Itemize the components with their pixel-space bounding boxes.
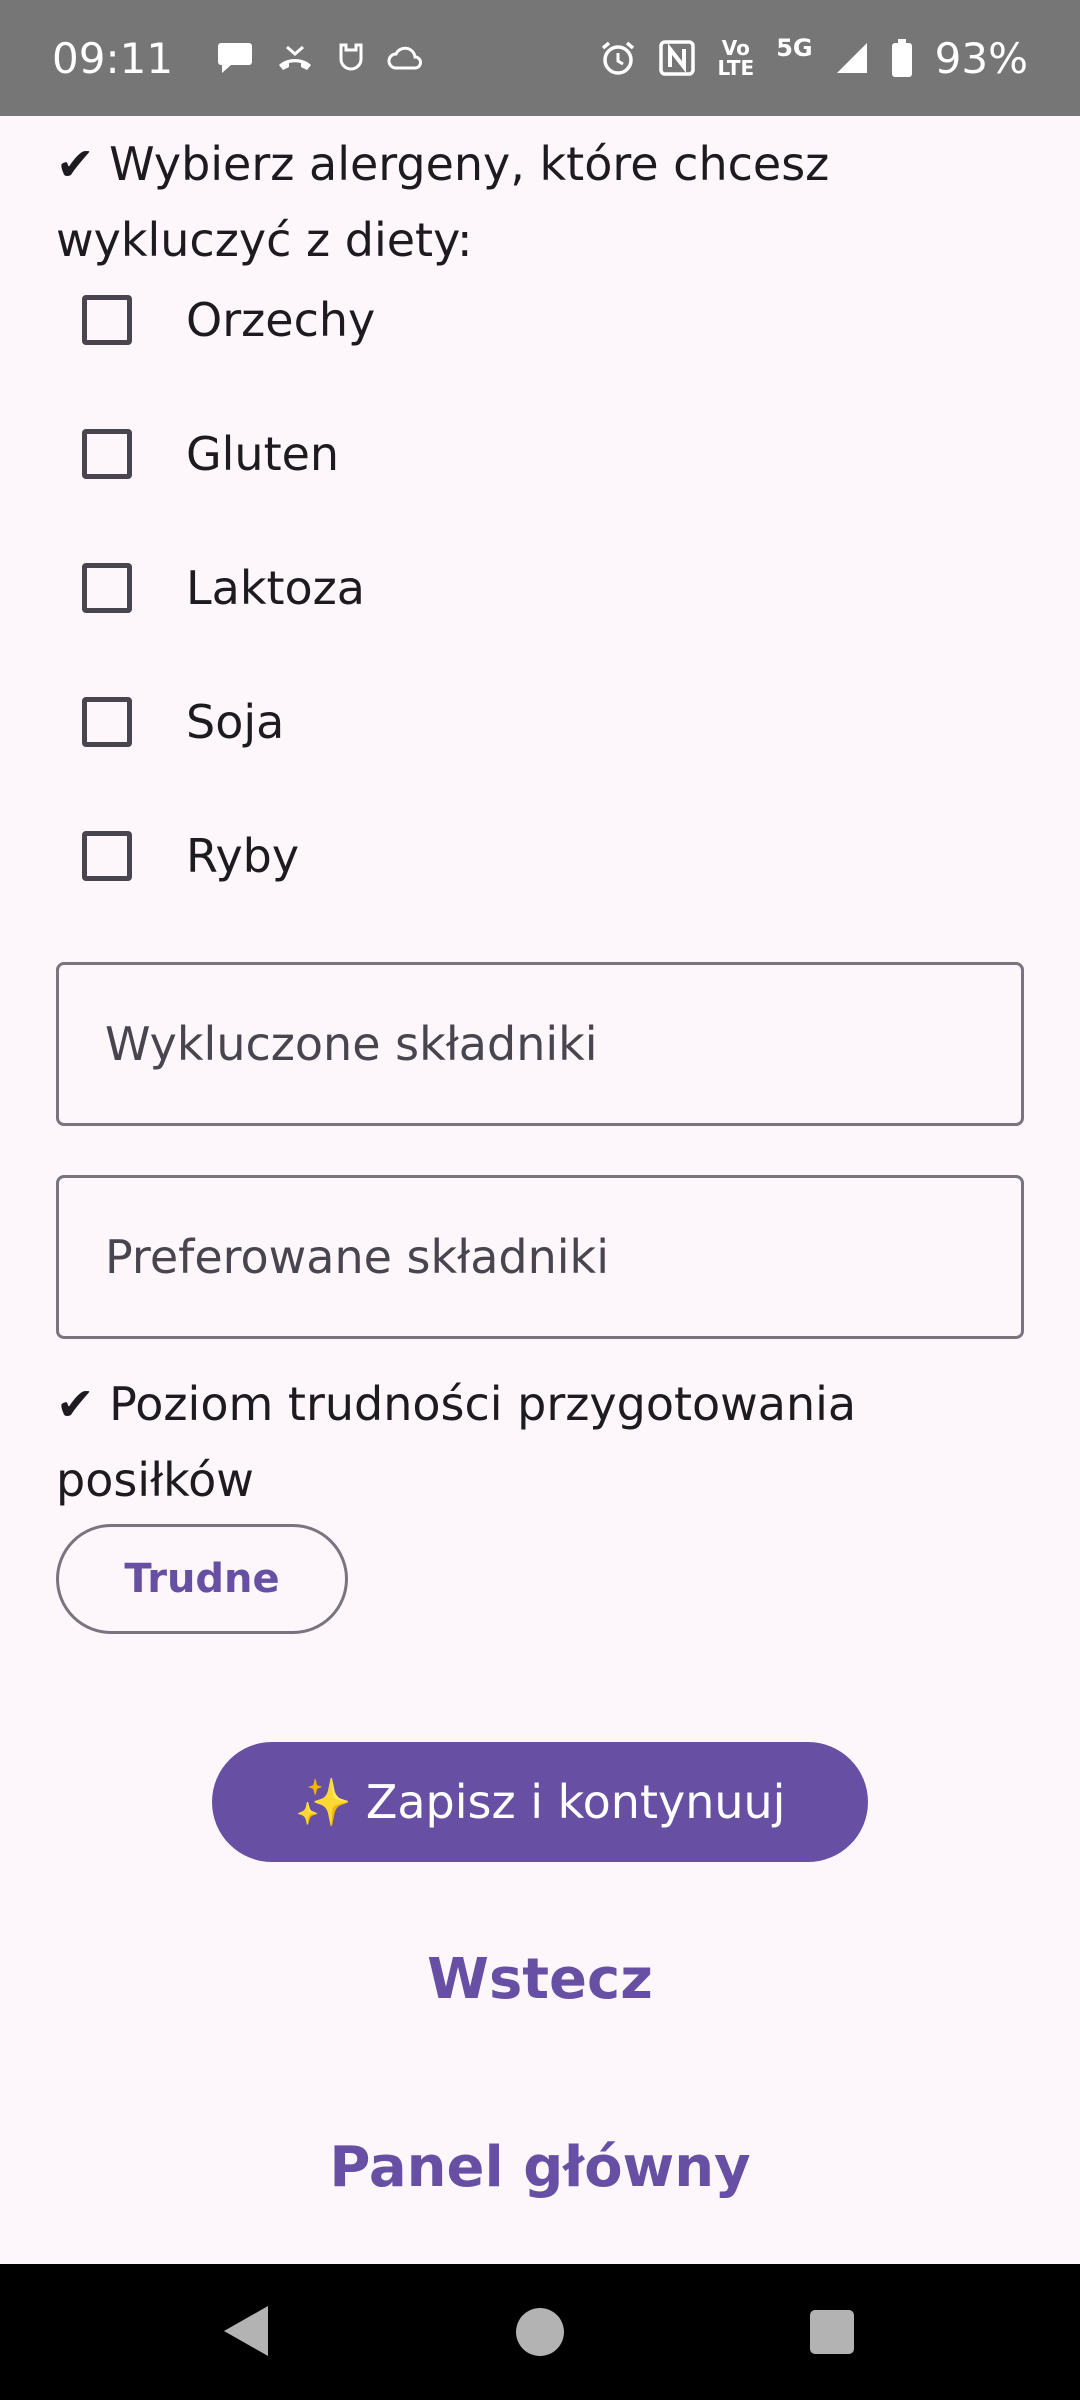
excluded-ingredients-input[interactable] <box>103 1016 987 1072</box>
preferred-ingredients-input[interactable] <box>103 1229 987 1285</box>
check-mark-icon: ✔ <box>56 137 95 191</box>
allergen-checkbox-soja[interactable]: Soja <box>82 682 284 762</box>
volte-icon: Vo LTE <box>717 36 755 80</box>
allergen-checkbox-gluten[interactable]: Gluten <box>82 414 339 494</box>
save-continue-label: Zapisz i kontynuuj <box>365 1775 786 1829</box>
checkbox-label: Laktoza <box>186 561 365 615</box>
check-mark-icon: ✔ <box>56 1377 95 1431</box>
shield-icon <box>337 42 365 74</box>
checkbox-label: Gluten <box>186 427 340 481</box>
signal-icon <box>835 41 869 75</box>
missed-call-icon <box>275 43 315 73</box>
sparkles-icon: ✨ <box>294 1774 352 1829</box>
difficulty-title-text: Poziom trudności przygotowania posiłków <box>56 1377 857 1507</box>
nav-recents-icon[interactable] <box>810 2310 854 2354</box>
navigation-bar <box>0 2264 1080 2400</box>
status-right: Vo LTE 5G 93% <box>599 34 1028 83</box>
difficulty-select-button[interactable]: Trudne <box>56 1524 348 1634</box>
allergens-section-title: ✔ Wybierz alergeny, które chcesz wyklucz… <box>56 126 1016 278</box>
difficulty-section-title: ✔ Poziom trudności przygotowania posiłkó… <box>56 1366 1016 1518</box>
nav-back-icon[interactable] <box>224 2306 268 2356</box>
main-panel-button[interactable]: Panel główny <box>0 2134 1080 2201</box>
battery-icon <box>891 39 913 77</box>
allergen-checkbox-ryby[interactable]: Ryby <box>82 816 299 896</box>
checkbox-box[interactable] <box>82 295 132 345</box>
nfc-icon <box>659 40 696 76</box>
checkbox-box[interactable] <box>82 831 132 881</box>
checkbox-box[interactable] <box>82 429 132 479</box>
checkbox-label: Orzechy <box>186 293 376 347</box>
alarm-icon <box>599 39 637 77</box>
preferred-ingredients-field[interactable] <box>56 1175 1024 1339</box>
nav-home-icon[interactable] <box>516 2308 564 2356</box>
chat-bubble-icon <box>217 41 253 75</box>
preferences-content[interactable]: ✔ Wybierz alergeny, które chcesz wyklucz… <box>0 116 1080 2264</box>
battery-percent: 93% <box>934 33 1028 83</box>
checkbox-box[interactable] <box>82 697 132 747</box>
5g-icon: 5G <box>776 34 813 62</box>
allergen-checkbox-orzechy[interactable]: Orzechy <box>82 280 375 360</box>
allergens-title-text: Wybierz alergeny, które chcesz wykluczyć… <box>56 137 830 267</box>
status-left: 09:11 <box>52 34 423 83</box>
excluded-ingredients-field[interactable] <box>56 962 1024 1126</box>
cloud-icon <box>387 44 423 72</box>
save-continue-button[interactable]: ✨ Zapisz i kontynuuj <box>212 1742 868 1862</box>
checkbox-label: Soja <box>186 695 285 749</box>
status-time: 09:11 <box>52 33 174 83</box>
allergen-checkbox-laktoza[interactable]: Laktoza <box>82 548 365 628</box>
checkbox-label: Ryby <box>186 829 300 883</box>
status-bar: 09:11 Vo LTE 5G 93% <box>0 0 1080 116</box>
checkbox-box[interactable] <box>82 563 132 613</box>
back-button[interactable]: Wstecz <box>0 1946 1080 2013</box>
